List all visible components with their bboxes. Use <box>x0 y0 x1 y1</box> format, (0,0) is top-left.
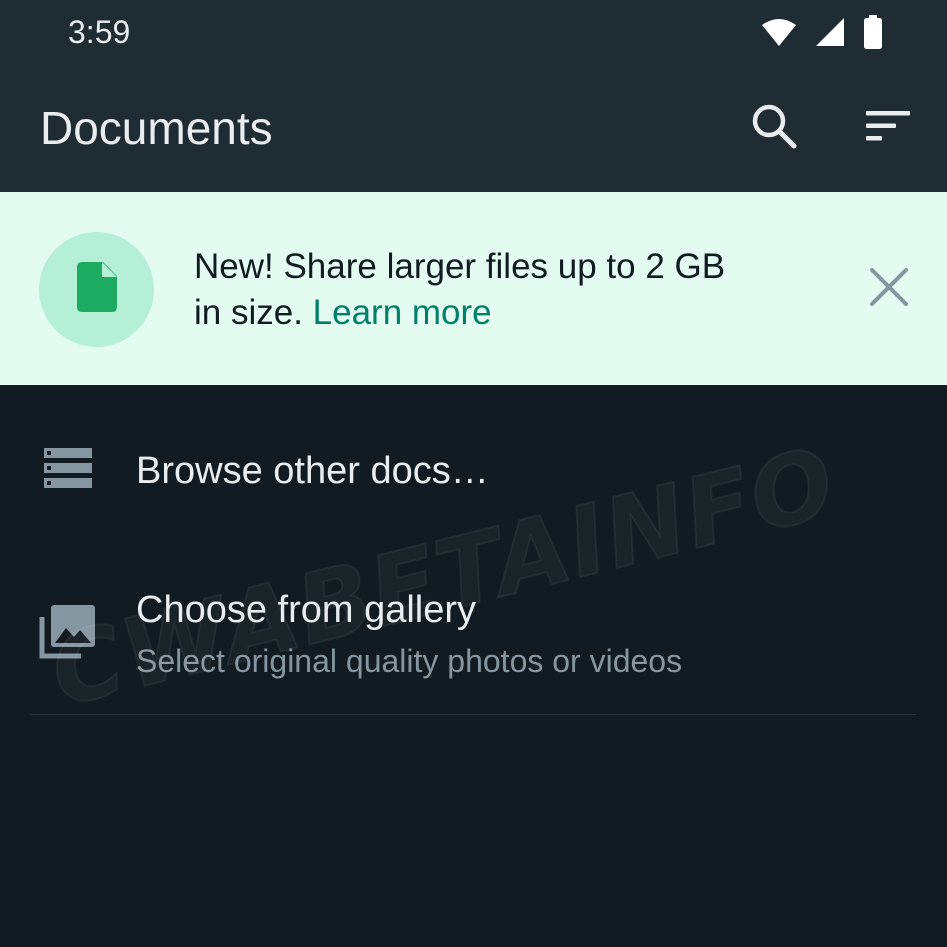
browse-docs-item[interactable]: Browse other docs… <box>0 386 947 554</box>
search-button[interactable] <box>744 98 804 158</box>
document-icon <box>76 262 117 317</box>
large-files-banner: New! Share larger files up to 2 GB in si… <box>0 192 947 385</box>
battery-icon <box>863 15 883 49</box>
browse-docs-label: Browse other docs… <box>136 450 489 492</box>
app-bar: Documents <box>0 64 947 192</box>
cell-signal-icon <box>815 17 845 47</box>
close-icon <box>870 267 908 311</box>
choose-gallery-item[interactable]: Choose from gallery Select original qual… <box>0 555 947 713</box>
gallery-icon <box>38 601 98 661</box>
search-icon <box>750 102 798 155</box>
storage-icon <box>38 438 98 498</box>
list-divider <box>30 714 916 715</box>
banner-message: New! Share larger files up to 2 GB in si… <box>194 244 734 336</box>
choose-gallery-sublabel: Select original quality photos or videos <box>136 643 683 679</box>
status-bar: 3:59 <box>0 0 947 64</box>
banner-close-button[interactable] <box>860 260 918 318</box>
sort-button[interactable] <box>858 98 918 158</box>
status-icons <box>761 14 883 50</box>
choose-gallery-label: Choose from gallery <box>136 589 477 631</box>
status-time: 3:59 <box>68 14 131 50</box>
wifi-icon <box>761 17 797 47</box>
learn-more-link[interactable]: Learn more <box>313 293 492 332</box>
documents-screen: 3:59 Documents New! Share larger files u… <box>0 0 947 947</box>
banner-badge <box>39 232 154 347</box>
page-title: Documents <box>40 102 273 154</box>
sort-icon <box>865 109 911 148</box>
